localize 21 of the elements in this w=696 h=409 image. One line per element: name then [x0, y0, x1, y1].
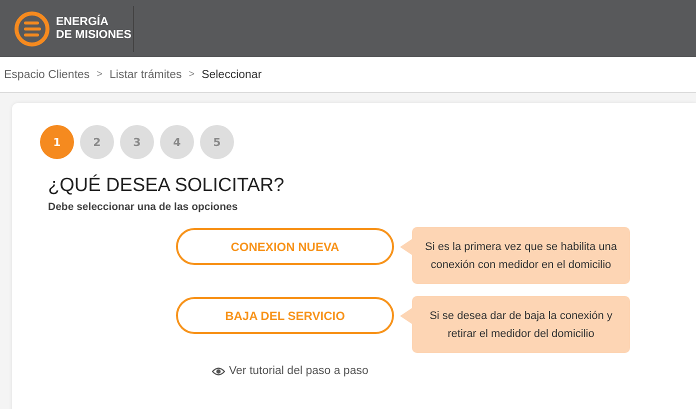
option-button[interactable]: CONEXION NUEVA: [176, 228, 394, 265]
hint-tooltip: Si se desea dar de baja la conexión y retirar el medidor del domicilio: [412, 296, 630, 353]
step-indicator[interactable]: 2: [80, 125, 114, 159]
breadcrumb-separator: >: [96, 69, 102, 80]
step-indicator[interactable]: 1: [40, 125, 74, 159]
step-indicator[interactable]: 5: [200, 125, 234, 159]
logo-text: ENERGÍA: [56, 16, 110, 28]
hint-tooltip: Si es la primera vez que se habilita una conexión con medidor en el domicilio: [412, 227, 630, 284]
breadcrumb-link[interactable]: Listar trámites: [110, 68, 182, 80]
breadcrumb-link[interactable]: Seleccionar: [202, 68, 262, 80]
logo-icon: [14, 10, 50, 46]
eye-icon: [212, 366, 225, 376]
tutorial-link[interactable]: Ver tutorial del paso a paso: [212, 365, 368, 377]
subtitle: Debe seleccionar una de las opciones: [48, 201, 239, 213]
breadcrumb-separator: >: [188, 69, 195, 80]
step-indicator[interactable]: 4: [160, 125, 194, 159]
logo-text: DE MISIONES: [56, 28, 132, 42]
page-title: ¿QUÉ DESEA SOLICITAR?: [48, 175, 286, 197]
step-indicator[interactable]: 3: [120, 125, 154, 159]
option-button[interactable]: BAJA DEL SERVICIO: [176, 297, 394, 334]
breadcrumb-link[interactable]: Espacio Clientes: [4, 68, 90, 80]
